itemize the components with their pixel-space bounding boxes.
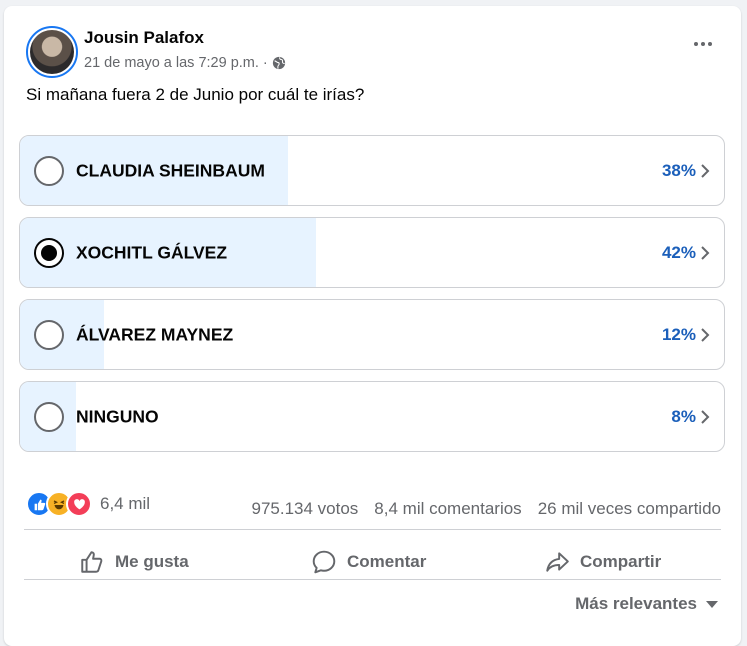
poll-radio[interactable] [34,319,64,350]
share-button[interactable]: Compartir [544,544,661,580]
reactions-summary[interactable]: 6,4 mil [26,491,150,517]
post-meta: 21 de mayo a las 7:29 p.m. · [84,55,286,71]
reaction-count: 6,4 mil [100,494,151,513]
post-card: Jousin Palafox 21 de mayo a las 7:29 p.m… [4,6,741,646]
poll-option-label: ÁLVAREZ MAYNEZ [76,324,234,344]
like-button[interactable]: Me gusta [79,544,189,580]
more-options-button[interactable] [689,34,717,54]
poll-option[interactable]: NINGUNO 8% [19,381,725,452]
poll-option-percent: 38% [661,160,696,180]
poll-radio[interactable] [34,155,64,186]
votes-count[interactable]: 975.134 votos [251,499,358,519]
comment-button-label: Comentar [347,552,427,571]
share-button-label: Compartir [580,552,662,571]
globe-icon[interactable] [272,56,286,70]
avatar-photo [30,30,74,74]
share-icon [546,552,569,572]
post-timestamp[interactable]: 21 de mayo a las 7:29 p.m. · [84,55,268,71]
poll-option-label: NINGUNO [76,406,159,426]
comment-icon [312,550,336,574]
comment-button[interactable]: Comentar [311,544,426,580]
caret-down-icon [706,601,718,608]
poll-option-percent: 8% [671,406,696,426]
poll-option-percent: 12% [661,324,696,344]
love-icon [66,491,92,517]
author-avatar[interactable] [26,26,78,78]
comments-count[interactable]: 8,4 mil comentarios [374,499,521,519]
poll-radio[interactable] [34,401,64,432]
poll-option-label: XOCHITL GÁLVEZ [76,242,228,262]
author-name[interactable]: Jousin Palafox [84,28,204,48]
chevron-right-icon [701,327,710,342]
poll-radio[interactable] [34,237,64,268]
engagement-stats: 975.134 votos 8,4 mil comentarios 26 mil… [251,499,721,519]
post-text: Si mañana fuera 2 de Junio por cuál te i… [26,85,365,104]
comment-sort-label: Más relevantes [575,594,697,613]
comment-sort-dropdown[interactable]: Más relevantes [575,594,719,614]
divider [24,579,721,580]
thumbs-up-icon [81,551,103,573]
chevron-right-icon [701,245,710,260]
chevron-right-icon [701,409,710,424]
chevron-right-icon [701,163,710,178]
poll-option[interactable]: XOCHITL GÁLVEZ 42% [19,217,725,288]
poll-option-percent: 42% [661,242,696,262]
like-button-label: Me gusta [115,552,189,571]
divider [24,529,721,530]
poll-option[interactable]: ÁLVAREZ MAYNEZ 12% [19,299,725,370]
poll-option-label: CLAUDIA SHEINBAUM [76,160,265,180]
poll-option[interactable]: CLAUDIA SHEINBAUM 38% [19,135,725,206]
shares-count[interactable]: 26 mil veces compartido [538,499,721,519]
